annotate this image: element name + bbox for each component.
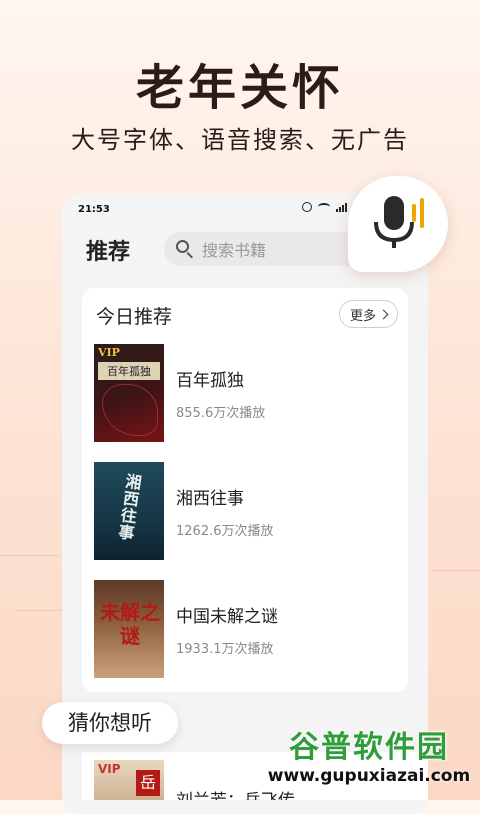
decor-line [0,555,60,556]
guess-section-title: 猜你想听 [42,702,178,744]
book-cover: 未解之谜 [94,580,164,678]
watermark-url: www.gupuxiazai.com [267,766,471,786]
cover-title: 湘西往事 [117,471,143,544]
vip-badge: VIP [98,346,120,359]
voice-search-button[interactable] [348,176,448,272]
watermark-name: 谷普软件园 [289,730,449,765]
search-placeholder: 搜索书籍 [202,241,267,260]
more-label: 更多 [349,308,376,324]
status-time: 21:53 [78,204,110,215]
book-item[interactable]: 未解之谜 中国未解之谜 1933.1万次播放 [94,580,394,678]
book-cover: 湘西往事 [94,462,164,560]
book-name: 湘西往事 [176,489,244,509]
book-item[interactable]: VIP 百年孤独 百年孤独 855.6万次播放 [94,344,394,442]
book-name: 百年孤独 [176,371,244,391]
book-item[interactable]: 湘西往事 湘西往事 1262.6万次播放 [94,462,394,560]
cover-title: 未解之谜 [100,600,160,648]
book-cover: VIP 岳 [94,760,164,800]
page-title: 推荐 [86,240,131,265]
book-plays: 1933.1万次播放 [176,642,274,657]
decor-line [430,570,480,571]
cover-title: 百年孤独 [98,362,160,380]
wifi-icon [317,203,330,211]
promo-subheadline: 大号字体、语音搜索、无广告 [71,126,409,154]
vip-badge: VIP [98,762,121,776]
more-button[interactable]: 更多 [338,300,398,328]
microphone-icon [374,196,424,248]
chevron-right-icon [378,309,389,319]
signal-icon [335,202,347,212]
book-plays: 1262.6万次播放 [176,524,274,539]
book-cover: VIP 百年孤独 [94,344,164,442]
book-plays: 855.6万次播放 [176,406,266,421]
alarm-clock-icon [301,202,312,212]
cover-title: 岳 [136,770,160,796]
recommend-title: 今日推荐 [96,306,173,328]
recommend-card: 今日推荐 更多 VIP 百年孤独 百年孤独 855.6万次播放 湘西往事 湘西往… [82,288,408,692]
cover-art [102,384,158,436]
book-name: 中国未解之谜 [176,607,278,627]
watermark-logo: 谷普软件园 www.gupuxiazai.com [262,722,476,796]
search-icon [176,240,194,258]
decor-line [14,610,62,611]
promo-headline: 老年关怀 [135,60,344,116]
